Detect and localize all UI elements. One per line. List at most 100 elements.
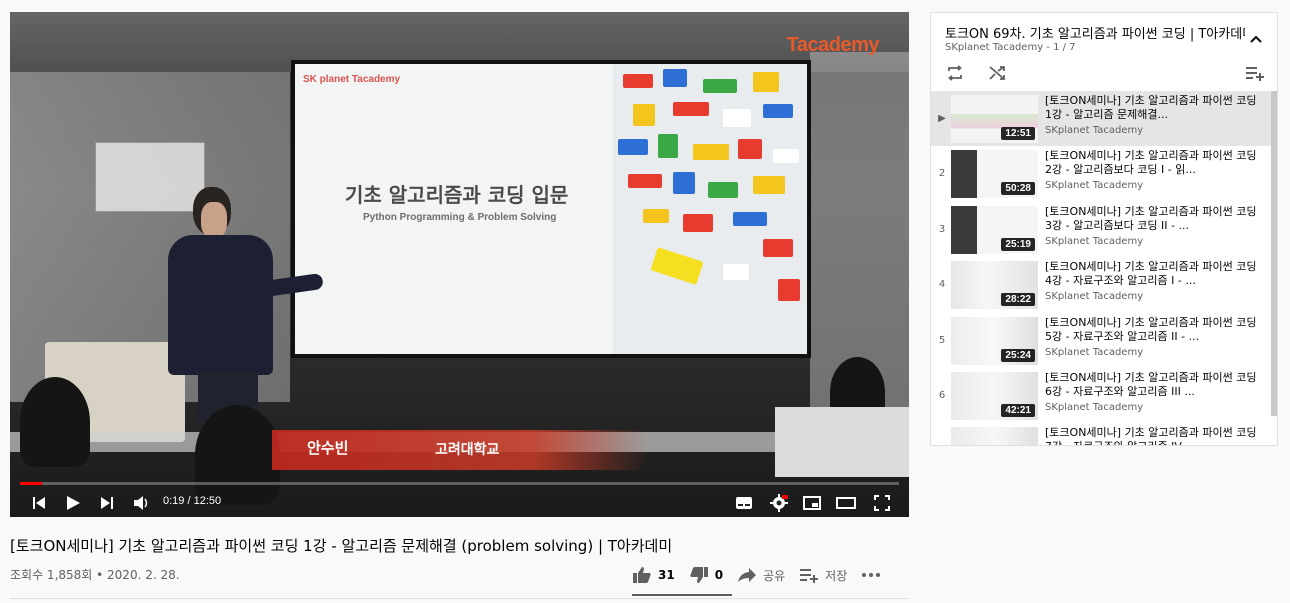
playlist-item[interactable]: 3 25:19 [토크ON세미나] 기초 알고리즘과 파이썬 코딩 3강 - 알…: [931, 202, 1271, 257]
divider: [10, 598, 909, 599]
playlist-item-index: ▶: [938, 113, 946, 124]
dislike-button[interactable]: 0: [689, 566, 723, 584]
playlist-item-duration: 25:19: [1001, 237, 1035, 251]
playlist-item-thumbnail[interactable]: 25:19: [951, 205, 1038, 254]
playlist-item-title[interactable]: [토크ON세미나] 기초 알고리즘과 파이썬 코딩 7강 - 자료구조와 알고리…: [1045, 426, 1260, 445]
progress-bar[interactable]: [20, 482, 899, 485]
playlist-add-icon: [1246, 67, 1264, 81]
next-icon: [101, 496, 113, 509]
like-ratio-bar: [632, 594, 732, 596]
video-title: [토크ON세미나] 기초 알고리즘과 파이썬 코딩 1강 - 알고리즘 문제해결…: [10, 537, 673, 555]
playlist-item[interactable]: 7 [토크ON세미나] 기초 알고리즘과 파이썬 코딩 7강 - 자료구조와 알…: [931, 423, 1271, 446]
playlist-item-channel: SKplanet Tacademy: [1045, 125, 1144, 136]
playlist-item-title[interactable]: [토크ON세미나] 기초 알고리즘과 파이썬 코딩 1강 - 알고리즘 문제해결…: [1045, 94, 1260, 122]
playlist-item-title[interactable]: [토크ON세미나] 기초 알고리즘과 파이썬 코딩 2강 - 알고리즘보다 코딩…: [1045, 149, 1260, 177]
playlist-item-duration: 28:22: [1001, 293, 1035, 307]
playlist-item-index: 6: [938, 389, 946, 401]
presenter: [168, 187, 324, 422]
progress-played: [20, 482, 42, 485]
playlist-item-index: 3: [938, 223, 946, 235]
settings-button[interactable]: [766, 488, 792, 517]
collapse-playlist-button[interactable]: [1249, 29, 1263, 48]
playlist-item-duration: 25:24: [1001, 348, 1035, 362]
playlist-item-duration: 50:28: [1001, 182, 1035, 196]
playlist-item-duration: 12:51: [1001, 127, 1035, 140]
player-controls: 0:19 / 12:50: [10, 488, 909, 517]
shuffle-button[interactable]: [985, 61, 1009, 85]
lego-photo: [613, 64, 807, 354]
video-player[interactable]: SK planet Tacademy 기초 알고리즘과 코딩 입문 Python…: [10, 12, 909, 517]
playlist-scrollbar[interactable]: [1271, 91, 1277, 416]
playlist-item-thumbnail[interactable]: 42:21: [951, 371, 1038, 420]
speaker-name: 안수빈: [307, 439, 349, 457]
playlist-item-index: 2: [938, 168, 946, 180]
share-icon: [738, 568, 757, 582]
playlist-item-channel: SKplanet Tacademy: [1045, 401, 1144, 413]
subtitles-button[interactable]: [732, 488, 756, 517]
theater-icon: [836, 496, 856, 509]
miniplayer-button[interactable]: [800, 488, 824, 517]
playlist-item-thumbnail[interactable]: 25:24: [951, 316, 1038, 365]
speaker-org: 고려대학교: [435, 442, 500, 458]
playlist-item[interactable]: 6 42:21 [토크ON세미나] 기초 알고리즘과 파이썬 코딩 6강 - 자…: [931, 368, 1271, 423]
add-to-playlist-icon: [800, 569, 819, 583]
theater-mode-button[interactable]: [834, 488, 858, 517]
playlist-item-index: 5: [938, 334, 946, 346]
repeat-icon: [948, 65, 962, 81]
playlist-item[interactable]: 2 50:28 [토크ON세미나] 기초 알고리즘과 파이썬 코딩 2강 - 알…: [931, 146, 1271, 201]
previous-icon: [33, 496, 45, 509]
slide-brand: SK planet Tacademy: [303, 74, 401, 85]
thumbs-down-icon: [690, 567, 708, 583]
share-button[interactable]: 공유: [737, 567, 785, 584]
volume-button[interactable]: [130, 488, 152, 517]
save-label: 저장: [825, 568, 848, 583]
playlist-item[interactable]: 5 25:24 [토크ON세미나] 기초 알고리즘과 파이썬 코딩 5강 - 자…: [931, 313, 1271, 368]
playlist-item-title[interactable]: [토크ON세미나] 기초 알고리즘과 파이썬 코딩 6강 - 자료구조와 알고리…: [1045, 371, 1260, 399]
volume-icon: [134, 495, 148, 510]
playlist-item-thumbnail[interactable]: 50:28: [951, 150, 1038, 199]
previous-button[interactable]: [28, 488, 50, 517]
playlist-item-index: 7: [937, 445, 947, 446]
playlist-item-channel: SKplanet Tacademy: [1045, 180, 1144, 192]
playlist-item[interactable]: 4 28:22 [토크ON세미나] 기초 알고리즘과 파이썬 코딩 4강 - 자…: [931, 257, 1271, 312]
playlist-item-thumbnail[interactable]: 28:22: [951, 261, 1038, 310]
playlist-item[interactable]: ▶ 12:51 [토크ON세미나] 기초 알고리즘과 파이썬 코딩 1강 - 알…: [931, 91, 1271, 147]
miniplayer-icon: [803, 495, 821, 510]
save-button[interactable]: 저장: [799, 567, 847, 584]
playlist-item-title[interactable]: [토크ON세미나] 기초 알고리즘과 파이썬 코딩 3강 - 알고리즘보다 코딩…: [1045, 205, 1260, 233]
playlist-item-title[interactable]: [토크ON세미나] 기초 알고리즘과 파이썬 코딩 4강 - 자료구조와 알고리…: [1045, 260, 1260, 288]
loop-button[interactable]: [943, 61, 967, 85]
subtitles-icon: [736, 496, 752, 509]
playlist-items: ▶ 12:51 [토크ON세미나] 기초 알고리즘과 파이썬 코딩 1강 - 알…: [931, 91, 1271, 446]
student-head: [20, 377, 90, 467]
like-count: 31: [658, 568, 675, 582]
video-meta: 조회수 1,858회 • 2020. 2. 28.: [10, 568, 180, 582]
playlist-item-thumbnail[interactable]: 12:51: [951, 95, 1038, 143]
save-playlist-button[interactable]: [1243, 61, 1267, 85]
fullscreen-icon: [874, 494, 890, 511]
tacademy-logo: Tacademy: [786, 34, 880, 56]
more-actions-button[interactable]: [861, 572, 887, 578]
fullscreen-button[interactable]: [870, 488, 894, 517]
play-button[interactable]: [62, 488, 84, 517]
playlist-item-channel: SKplanet Tacademy: [1045, 291, 1144, 303]
playlist-item-thumbnail[interactable]: [951, 427, 1038, 445]
playlist-subtitle: SKplanet Tacademy - 1 / 7: [945, 42, 1076, 53]
video-actions: 31 0 공유 저장: [632, 560, 901, 590]
chevron-up-icon: [1250, 35, 1262, 43]
slide-title: 기초 알고리즘과 코딩 입문: [345, 183, 569, 207]
play-icon: [67, 495, 80, 510]
playlist-item-index: 4: [938, 279, 946, 291]
playlist-item-channel: SKplanet Tacademy: [1045, 346, 1144, 358]
shuffle-icon: [989, 66, 1005, 80]
thumbs-up-icon: [633, 567, 651, 583]
like-button[interactable]: 31: [632, 566, 675, 584]
more-horizontal-icon: [862, 573, 881, 577]
playlist-title[interactable]: 토크ON 69차. 기초 알고리즘과 파이썬 코딩 | T아카데미: [945, 23, 1245, 42]
next-button[interactable]: [96, 488, 118, 517]
dislike-count: 0: [714, 568, 724, 582]
slide-subtitle: Python Programming & Problem Solving: [363, 212, 557, 223]
playlist-item-channel: SKplanet Tacademy: [1045, 235, 1144, 247]
playlist-item-title[interactable]: [토크ON세미나] 기초 알고리즘과 파이썬 코딩 5강 - 자료구조와 알고리…: [1045, 316, 1260, 344]
share-label: 공유: [763, 568, 786, 583]
